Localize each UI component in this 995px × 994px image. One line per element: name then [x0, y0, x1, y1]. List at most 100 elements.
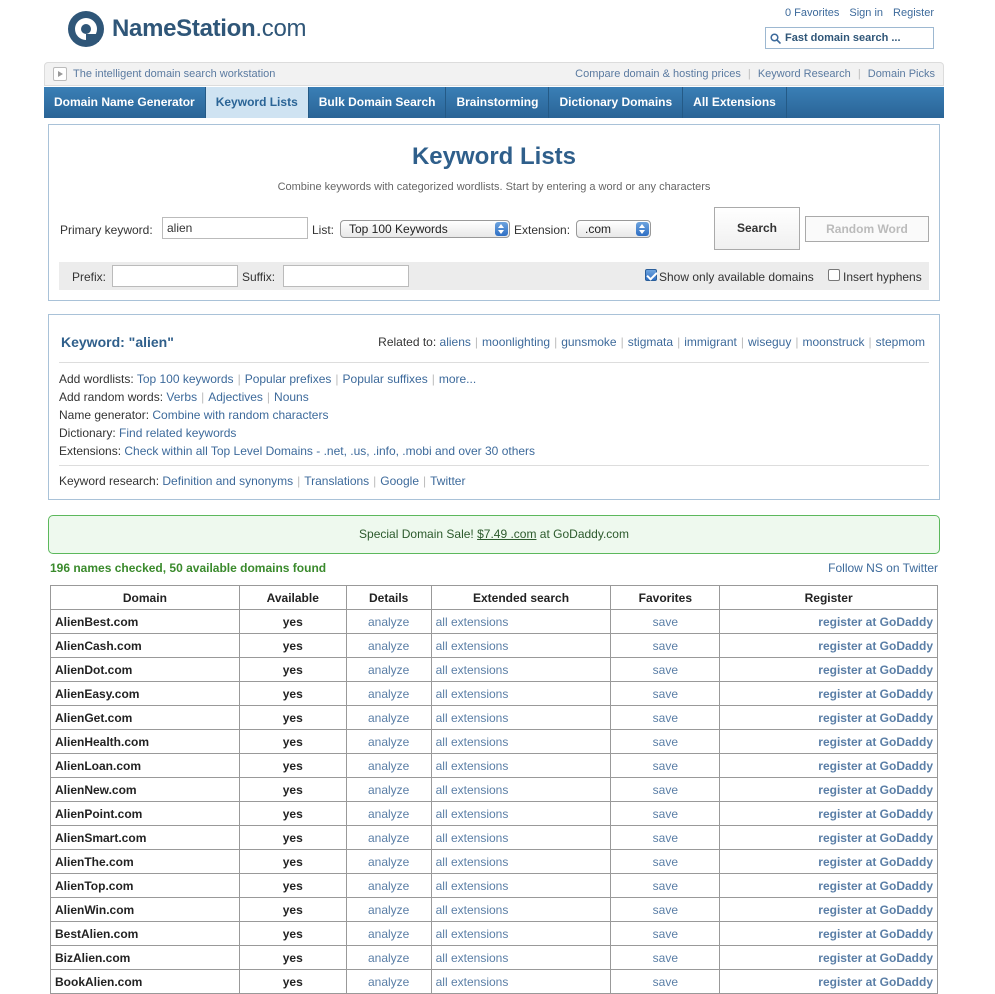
analyze-link[interactable]: analyze	[368, 831, 409, 845]
all-extensions-link[interactable]: all extensions	[436, 807, 509, 821]
research-link[interactable]: Translations	[304, 474, 369, 488]
related-link[interactable]: gunsmoke	[561, 335, 616, 349]
analyze-link[interactable]: analyze	[368, 615, 409, 629]
register-link[interactable]: register at GoDaddy	[818, 927, 933, 941]
primary-keyword-input[interactable]: alien	[162, 217, 308, 239]
analyze-link[interactable]: analyze	[368, 759, 409, 773]
all-extensions-link[interactable]: all extensions	[436, 831, 509, 845]
suffix-input[interactable]	[283, 265, 409, 287]
insert-hyphens-checkbox[interactable]	[828, 269, 840, 281]
all-extensions-link[interactable]: all extensions	[436, 783, 509, 797]
keyword-research-link[interactable]: Keyword Research	[758, 68, 851, 80]
register-link[interactable]: register at GoDaddy	[818, 951, 933, 965]
analyze-link[interactable]: analyze	[368, 735, 409, 749]
list-select[interactable]: Top 100 Keywords	[340, 220, 510, 238]
all-extensions-link[interactable]: all extensions	[436, 711, 509, 725]
register-link[interactable]: register at GoDaddy	[818, 759, 933, 773]
analyze-link[interactable]: analyze	[368, 711, 409, 725]
all-extensions-link[interactable]: all extensions	[436, 759, 509, 773]
all-extensions-link[interactable]: all extensions	[436, 663, 509, 677]
sign-in-link[interactable]: Sign in	[849, 7, 883, 19]
related-link[interactable]: aliens	[440, 335, 471, 349]
tab-all-extensions[interactable]: All Extensions	[683, 87, 787, 118]
tab-bulk-domain-search[interactable]: Bulk Domain Search	[309, 87, 447, 118]
favorites-link[interactable]: 0 Favorites	[785, 7, 839, 19]
save-link[interactable]: save	[653, 807, 678, 821]
save-link[interactable]: save	[653, 879, 678, 893]
register-link[interactable]: Register	[893, 7, 934, 19]
analyze-link[interactable]: analyze	[368, 903, 409, 917]
analyze-link[interactable]: analyze	[368, 927, 409, 941]
wordlist-more-link[interactable]: more...	[439, 372, 476, 386]
analyze-link[interactable]: analyze	[368, 783, 409, 797]
related-link[interactable]: moonstruck	[802, 335, 864, 349]
save-link[interactable]: save	[653, 951, 678, 965]
domain-picks-link[interactable]: Domain Picks	[868, 68, 935, 80]
save-link[interactable]: save	[653, 903, 678, 917]
save-link[interactable]: save	[653, 615, 678, 629]
play-icon[interactable]	[53, 67, 67, 81]
random-words-link[interactable]: Verbs	[166, 390, 197, 404]
all-extensions-link[interactable]: all extensions	[436, 639, 509, 653]
save-link[interactable]: save	[653, 975, 678, 989]
register-link[interactable]: register at GoDaddy	[818, 663, 933, 677]
extension-select[interactable]: .com	[576, 220, 651, 238]
extensions-link[interactable]: Check within all Top Level Domains - .ne…	[124, 444, 535, 458]
research-link[interactable]: Twitter	[430, 474, 465, 488]
save-link[interactable]: save	[653, 783, 678, 797]
all-extensions-link[interactable]: all extensions	[436, 855, 509, 869]
available-only-checkbox[interactable]	[645, 269, 657, 281]
follow-twitter-link[interactable]: Follow NS on Twitter	[828, 561, 938, 575]
search-button[interactable]: Search	[714, 207, 800, 250]
dictionary-link[interactable]: Find related keywords	[119, 426, 236, 440]
all-extensions-link[interactable]: all extensions	[436, 687, 509, 701]
save-link[interactable]: save	[653, 663, 678, 677]
all-extensions-link[interactable]: all extensions	[436, 975, 509, 989]
random-word-button[interactable]: Random Word	[805, 216, 929, 242]
register-link[interactable]: register at GoDaddy	[818, 783, 933, 797]
random-words-link[interactable]: Adjectives	[208, 390, 263, 404]
save-link[interactable]: save	[653, 639, 678, 653]
save-link[interactable]: save	[653, 735, 678, 749]
save-link[interactable]: save	[653, 855, 678, 869]
all-extensions-link[interactable]: all extensions	[436, 879, 509, 893]
random-words-link[interactable]: Nouns	[274, 390, 309, 404]
register-link[interactable]: register at GoDaddy	[818, 639, 933, 653]
prefix-input[interactable]	[112, 265, 238, 287]
analyze-link[interactable]: analyze	[368, 855, 409, 869]
compare-prices-link[interactable]: Compare domain & hosting prices	[575, 68, 741, 80]
analyze-link[interactable]: analyze	[368, 687, 409, 701]
register-link[interactable]: register at GoDaddy	[818, 879, 933, 893]
save-link[interactable]: save	[653, 831, 678, 845]
register-link[interactable]: register at GoDaddy	[818, 615, 933, 629]
related-link[interactable]: immigrant	[684, 335, 737, 349]
register-link[interactable]: register at GoDaddy	[818, 687, 933, 701]
save-link[interactable]: save	[653, 927, 678, 941]
all-extensions-link[interactable]: all extensions	[436, 735, 509, 749]
analyze-link[interactable]: analyze	[368, 807, 409, 821]
analyze-link[interactable]: analyze	[368, 951, 409, 965]
analyze-link[interactable]: analyze	[368, 663, 409, 677]
wordlist-link[interactable]: Top 100 keywords	[137, 372, 234, 386]
save-link[interactable]: save	[653, 759, 678, 773]
tab-dictionary-domains[interactable]: Dictionary Domains	[549, 87, 684, 118]
save-link[interactable]: save	[653, 687, 678, 701]
wordlist-link[interactable]: Popular suffixes	[343, 372, 428, 386]
related-link[interactable]: stigmata	[628, 335, 673, 349]
all-extensions-link[interactable]: all extensions	[436, 927, 509, 941]
save-link[interactable]: save	[653, 711, 678, 725]
sale-price-link[interactable]: $7.49 .com	[477, 527, 536, 541]
register-link[interactable]: register at GoDaddy	[818, 735, 933, 749]
research-link[interactable]: Definition and synonyms	[162, 474, 293, 488]
related-link[interactable]: wiseguy	[748, 335, 791, 349]
related-link[interactable]: moonlighting	[482, 335, 550, 349]
related-link[interactable]: stepmom	[876, 335, 925, 349]
register-link[interactable]: register at GoDaddy	[818, 831, 933, 845]
tab-domain-name-generator[interactable]: Domain Name Generator	[44, 87, 206, 118]
fast-search-input[interactable]: Fast domain search ...	[765, 27, 934, 49]
register-link[interactable]: register at GoDaddy	[818, 711, 933, 725]
register-link[interactable]: register at GoDaddy	[818, 807, 933, 821]
research-link[interactable]: Google	[380, 474, 419, 488]
analyze-link[interactable]: analyze	[368, 639, 409, 653]
analyze-link[interactable]: analyze	[368, 879, 409, 893]
